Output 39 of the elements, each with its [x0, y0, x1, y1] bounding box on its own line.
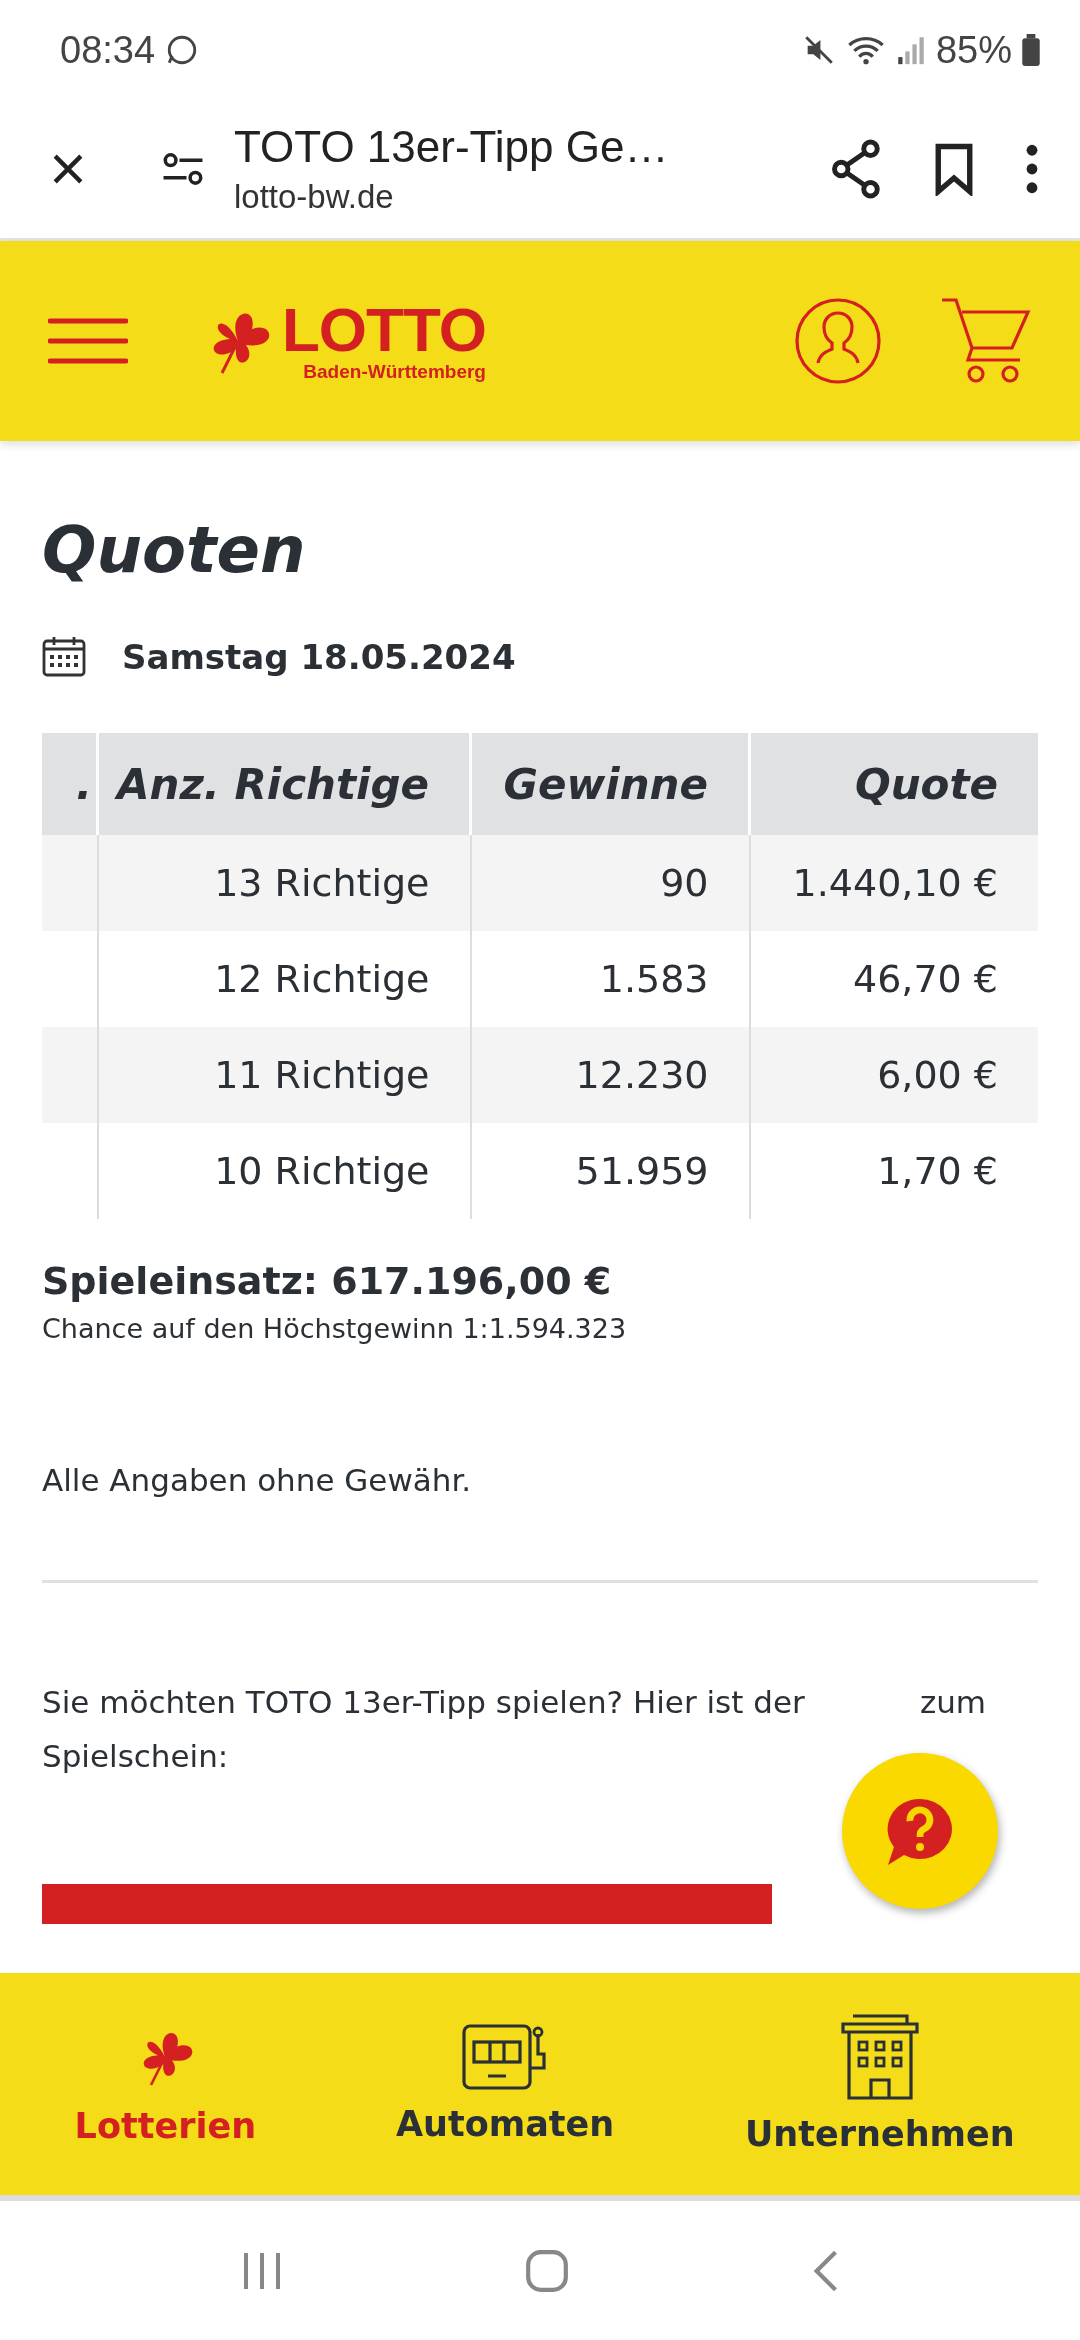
heading: Quoten	[42, 513, 307, 589]
calendar-icon	[42, 637, 86, 677]
stake-total: Spieleinsatz: 617.196,00 €	[42, 1259, 613, 1303]
column-header: .	[42, 733, 98, 835]
nav-tab[interactable]: Automaten	[396, 2024, 615, 2144]
url-text: lotto-bw.de	[234, 178, 395, 216]
column-header: Gewinne	[470, 733, 750, 835]
table-cell: 13 Richtige	[97, 835, 471, 931]
jackpot-odds: Chance auf den Höchstgewinn 1:1.594.323	[42, 1313, 628, 1344]
slot-machine-icon	[462, 2024, 549, 2090]
table-cell: 51.959	[470, 1123, 750, 1219]
home-icon[interactable]	[524, 2247, 570, 2294]
nav-tab[interactable]: Unternehmen	[744, 2014, 1015, 2154]
play-text: Spielschein:	[42, 1737, 229, 1777]
draw-date: Samstag 18.05.2024	[122, 637, 516, 677]
nav-tab[interactable]: Lotterien	[65, 2022, 266, 2146]
table-cell: 1.440,10 €	[749, 835, 1038, 931]
logo-text: LOTTO	[282, 299, 486, 361]
table-cell: 6,00 €	[749, 1027, 1038, 1123]
disclaimer-text: Alle Angaben ohne Gewähr.	[42, 1462, 473, 1498]
battery-level: 85%	[935, 28, 1012, 72]
table-cell: 90	[470, 835, 750, 931]
account-icon[interactable]	[794, 297, 882, 385]
table-cell: 10 Richtige	[97, 1123, 471, 1219]
table-cell: 12.230	[470, 1027, 750, 1123]
page-title: TOTO 13er-Tipp Ge…	[234, 122, 670, 172]
logo-subtitle: Baden-Württemberg	[303, 361, 486, 383]
battery-icon	[1022, 34, 1040, 66]
building-icon	[840, 2014, 919, 2100]
more-icon[interactable]	[1024, 144, 1040, 194]
status-time: 08:34	[60, 28, 156, 72]
table-cell: 1,70 €	[749, 1123, 1038, 1219]
table-cell: 11 Richtige	[97, 1027, 471, 1123]
play-text: zum	[919, 1683, 986, 1722]
play-text: Sie möchten TOTO 13er-Tipp spielen? Hier ist der	[42, 1683, 805, 1722]
column-header: Quote	[749, 733, 1038, 835]
menu-icon[interactable]	[48, 317, 128, 365]
column-header: Anz. Richtige	[97, 733, 471, 835]
play-button[interactable]	[42, 1883, 772, 1924]
